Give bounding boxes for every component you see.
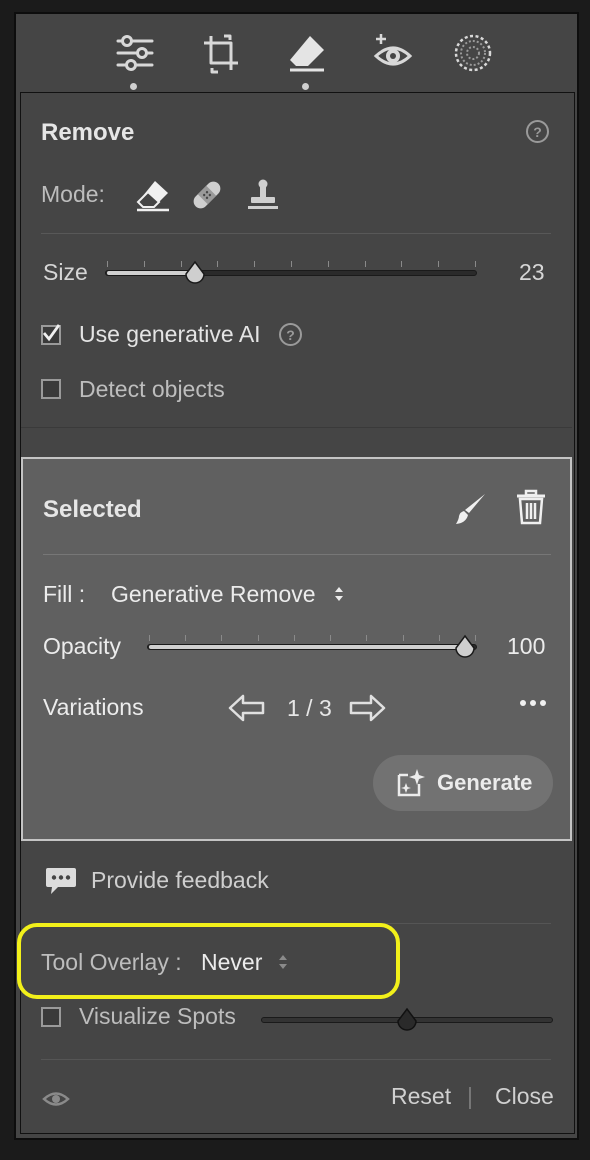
slider-tick [291,261,292,267]
bandage-icon[interactable] [187,177,227,213]
divider [41,1059,551,1060]
edit-sliders-icon[interactable] [110,28,160,78]
divider [41,233,551,234]
crop-icon[interactable] [196,28,246,78]
slider-tick [366,635,368,641]
help-icon[interactable]: ? [526,120,549,143]
red-eye-icon[interactable] [368,28,418,78]
previous-arrow-icon[interactable] [227,691,267,725]
slider-tick [217,261,219,267]
use-gen-ai-label: Use generative AI [79,321,261,347]
brush-icon[interactable] [451,489,491,529]
clone-stamp-icon[interactable] [243,177,283,213]
more-options-icon[interactable] [515,691,551,715]
slider-tick [327,261,329,267]
use-gen-ai-checkbox[interactable] [41,324,61,345]
slider-tick [185,635,187,641]
slider-tick [330,635,332,641]
dropdown-arrows-icon [279,955,287,969]
generate-sparkle-icon [397,769,425,797]
selected-panel: Selected Fill: Generative Remove Opacit… [21,457,572,841]
slider-tick [254,261,256,267]
generate-label: Generate [437,770,533,795]
tool-strip [16,14,577,94]
tool-overlay-dropdown[interactable]: Never [201,949,301,977]
edit-indicator-dot [130,83,137,90]
detect-objects-checkbox[interactable] [41,379,61,399]
footer-separator: | [467,1083,473,1109]
slider-tick [149,635,150,641]
opacity-value: 100 [507,633,546,659]
selected-title: Selected [43,496,142,523]
mode-label: Mode: [41,181,105,207]
tool-overlay-label: Tool Overlay : [41,949,182,975]
slider-tick [180,261,182,267]
remove-tool-panel: Remove ? Mode: Size 23 Use generative AI… [17,92,575,1134]
visualize-spots-label: Visualize Spots [79,1003,236,1029]
visualize-spots-thumb[interactable] [395,1007,419,1033]
size-label: Size [43,259,88,285]
divider [21,427,572,428]
opacity-slider-fill [149,645,467,649]
variations-counter: 1 / 3 [287,695,332,721]
window-frame: Remove ? Mode: Size 23 Use generative AI… [0,0,590,1160]
next-arrow-icon[interactable] [347,691,387,725]
size-slider-thumb[interactable] [183,260,207,286]
slider-tick [438,635,440,641]
feedback-icon[interactable] [43,865,79,897]
remove-indicator-dot [302,83,309,90]
trash-icon[interactable] [511,487,551,527]
dropdown-arrows-icon [335,587,343,601]
size-value: 23 [519,259,545,285]
slider-tick [475,261,476,267]
fill-label: Fill : [43,581,86,607]
eraser-icon[interactable] [133,177,173,213]
detect-objects-label: Detect objects [79,376,225,402]
slider-tick [401,261,403,267]
slider-tick [293,635,295,641]
slider-tick [402,635,404,641]
visualize-spots-checkbox[interactable] [41,1007,61,1027]
variations-label: Variations [43,694,144,720]
slider-tick [107,261,108,267]
masking-icon[interactable] [448,28,498,78]
remove-eraser-icon[interactable] [282,28,332,78]
slider-tick [143,261,145,267]
provide-feedback-link[interactable]: Provide feedback [91,867,269,894]
opacity-label: Opacity [43,633,121,659]
remove-panel-container: Remove ? Mode: Size 23 Use generative AI… [14,12,579,1140]
fill-dropdown[interactable]: Generative Remove [111,581,343,609]
slider-tick [257,635,259,641]
slider-tick [221,635,223,641]
remove-title: Remove [41,119,135,146]
tool-overlay-value: Never [201,949,263,975]
divider [43,554,551,555]
close-button[interactable]: Close [495,1083,554,1110]
slider-tick [364,261,366,267]
opacity-slider-thumb[interactable] [453,634,477,660]
reset-button[interactable]: Reset [391,1083,451,1110]
show-hide-eye-icon[interactable] [41,1087,71,1111]
slider-tick [438,261,440,267]
generate-button[interactable]: Generate [373,755,553,811]
fill-value: Generative Remove [111,581,316,607]
gen-ai-help-icon[interactable]: ? [279,323,302,346]
